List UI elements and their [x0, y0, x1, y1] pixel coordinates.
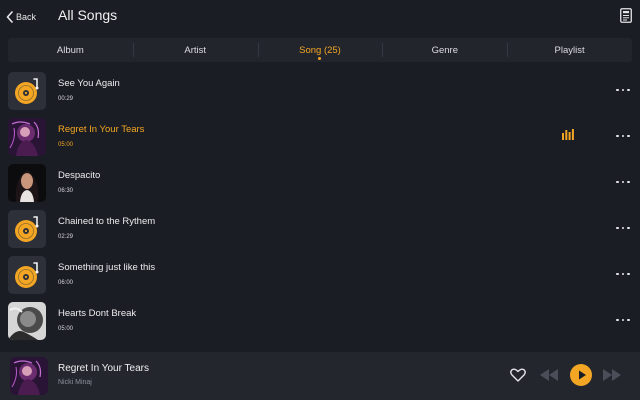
song-title: Something just like this: [58, 262, 156, 273]
album-art-image: [8, 118, 46, 156]
song-duration: 06:00: [58, 280, 74, 286]
tab-playlist[interactable]: Playlist: [507, 38, 632, 62]
song-duration: 02:29: [58, 234, 74, 240]
vinyl-disc-icon: [15, 262, 39, 288]
song-duration: 06:30: [58, 188, 74, 194]
album-art-image: [10, 357, 48, 395]
more-options-icon[interactable]: [616, 176, 630, 188]
album-art: [8, 72, 46, 110]
back-label: Back: [16, 12, 37, 22]
album-art: [8, 302, 46, 340]
song-title: See You Again: [58, 78, 120, 89]
back-button[interactable]: Back: [6, 8, 36, 26]
rewind-icon[interactable]: [540, 369, 558, 381]
song-row[interactable]: See You Again 00:29: [0, 68, 640, 114]
more-options-icon[interactable]: [616, 222, 630, 234]
more-options-icon[interactable]: [616, 268, 630, 280]
more-options-icon[interactable]: [616, 314, 630, 326]
song-row[interactable]: Hearts Dont Break 05:00: [0, 298, 640, 344]
vinyl-disc-icon: [15, 78, 39, 104]
album-art-image: [8, 302, 46, 340]
now-playing-album-art: [10, 357, 48, 395]
song-title: Hearts Dont Break: [58, 308, 137, 319]
song-row[interactable]: Something just like this 06:00: [0, 252, 640, 298]
album-art: [8, 210, 46, 248]
fast-forward-icon[interactable]: [603, 369, 621, 381]
now-playing-title: Regret In Your Tears: [58, 363, 149, 374]
play-icon: [579, 370, 586, 380]
album-art: [8, 256, 46, 294]
chevron-left-icon: [6, 11, 13, 23]
more-options-icon[interactable]: [616, 130, 630, 142]
tab-song[interactable]: Song (25): [257, 38, 383, 62]
top-bar: Back All Songs: [0, 0, 640, 34]
album-art-image: [8, 164, 46, 202]
vinyl-disc-icon: [15, 216, 39, 242]
song-duration: 05:00: [58, 326, 74, 332]
now-playing-artist: Nicki Minaj: [58, 379, 92, 386]
song-duration: 00:29: [58, 96, 74, 102]
tab-genre[interactable]: Genre: [382, 38, 507, 62]
now-playing-bar[interactable]: Regret In Your Tears Nicki Minaj: [0, 352, 640, 400]
song-duration: 05:00: [58, 142, 74, 148]
play-button[interactable]: [570, 364, 592, 386]
album-art: [8, 118, 46, 156]
category-tabs: Album Artist Song (25) Genre Playlist: [8, 38, 632, 62]
page-title: All Songs: [58, 7, 118, 23]
song-title: Despacito: [58, 170, 101, 181]
tab-album[interactable]: Album: [8, 38, 133, 62]
song-title: Regret In Your Tears: [58, 124, 145, 135]
tab-artist[interactable]: Artist: [132, 38, 258, 62]
album-art: [8, 164, 46, 202]
equalizer-icon: [562, 129, 574, 140]
document-icon[interactable]: [620, 8, 632, 23]
song-row[interactable]: Chained to the Rythem 02:29: [0, 206, 640, 252]
more-options-icon[interactable]: [616, 84, 630, 96]
song-title: Chained to the Rythem: [58, 216, 156, 227]
song-row[interactable]: Despacito 06:30: [0, 160, 640, 206]
song-row[interactable]: Regret In Your Tears 05:00: [0, 114, 640, 160]
heart-icon[interactable]: [510, 368, 526, 382]
